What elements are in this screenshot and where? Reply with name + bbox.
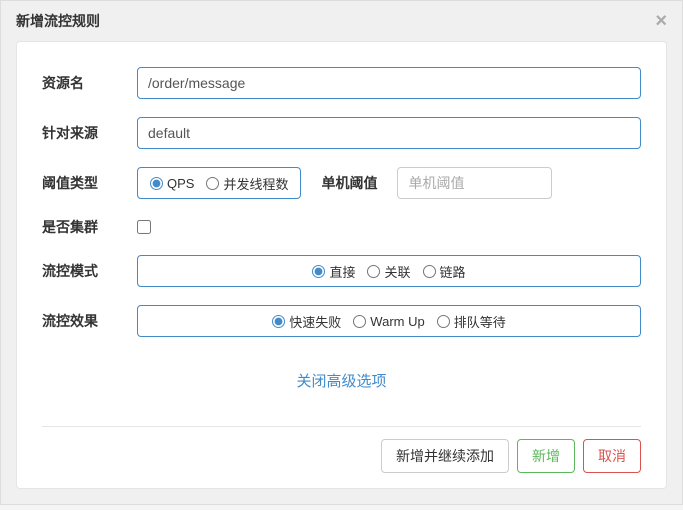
threshold-type-row: 阈值类型 QPS 并发线程数 单机阈值 — [42, 167, 641, 199]
origin-row: 针对来源 — [42, 117, 641, 149]
radio-relate-input[interactable] — [367, 265, 380, 278]
modal-header: 新增流控规则 × — [1, 1, 682, 41]
radio-chain[interactable]: 链路 — [423, 262, 466, 281]
radio-failfast-label: 快速失败 — [289, 312, 341, 331]
resource-row: 资源名 — [42, 67, 641, 99]
modal-title: 新增流控规则 — [16, 11, 100, 31]
flow-effect-row: 流控效果 快速失败 Warm Up 排队等待 — [42, 305, 641, 337]
cancel-button[interactable]: 取消 — [583, 439, 641, 473]
threshold-type-label: 阈值类型 — [42, 173, 117, 193]
cluster-row: 是否集群 — [42, 217, 641, 237]
radio-qps[interactable]: QPS — [150, 176, 194, 191]
radio-threads-input[interactable] — [206, 177, 219, 190]
toggle-advanced-link[interactable]: 关闭高级选项 — [42, 355, 641, 396]
radio-queue-label: 排队等待 — [454, 312, 506, 331]
flow-mode-row: 流控模式 直接 关联 链路 — [42, 255, 641, 287]
radio-warmup-input[interactable] — [353, 315, 366, 328]
close-button[interactable]: × — [655, 11, 667, 31]
flow-mode-label: 流控模式 — [42, 261, 117, 281]
radio-failfast-input[interactable] — [272, 315, 285, 328]
modal-footer: 新增并继续添加 新增 取消 — [42, 426, 641, 473]
resource-input[interactable] — [137, 67, 641, 99]
origin-label: 针对来源 — [42, 123, 117, 143]
radio-warmup[interactable]: Warm Up — [353, 314, 424, 329]
cluster-label: 是否集群 — [42, 217, 117, 237]
radio-relate-label: 关联 — [384, 262, 410, 281]
origin-input[interactable] — [137, 117, 641, 149]
single-threshold-input[interactable] — [397, 167, 552, 199]
radio-direct-label: 直接 — [329, 262, 355, 281]
radio-warmup-label: Warm Up — [370, 314, 424, 329]
radio-queue-input[interactable] — [437, 315, 450, 328]
radio-queue[interactable]: 排队等待 — [437, 312, 506, 331]
add-button[interactable]: 新增 — [517, 439, 575, 473]
radio-direct-input[interactable] — [312, 265, 325, 278]
flow-effect-radio-group: 快速失败 Warm Up 排队等待 — [137, 305, 641, 337]
cluster-checkbox[interactable] — [137, 220, 151, 234]
radio-qps-label: QPS — [167, 176, 194, 191]
radio-direct[interactable]: 直接 — [312, 262, 355, 281]
modal-dialog: 新增流控规则 × 资源名 针对来源 阈值类型 QPS — [0, 0, 683, 505]
modal-body: 资源名 针对来源 阈值类型 QPS 并发线 — [16, 41, 667, 489]
radio-relate[interactable]: 关联 — [367, 262, 410, 281]
threshold-type-radio-group: QPS 并发线程数 — [137, 167, 301, 199]
radio-threads-label: 并发线程数 — [223, 174, 288, 193]
resource-label: 资源名 — [42, 73, 117, 93]
single-threshold-label: 单机阈值 — [321, 173, 377, 193]
flow-mode-radio-group: 直接 关联 链路 — [137, 255, 641, 287]
radio-chain-label: 链路 — [440, 262, 466, 281]
close-icon: × — [655, 10, 667, 32]
add-continue-button[interactable]: 新增并继续添加 — [381, 439, 509, 473]
radio-failfast[interactable]: 快速失败 — [272, 312, 341, 331]
radio-threads[interactable]: 并发线程数 — [206, 174, 288, 193]
radio-qps-input[interactable] — [150, 177, 163, 190]
radio-chain-input[interactable] — [423, 265, 436, 278]
flow-effect-label: 流控效果 — [42, 311, 117, 331]
